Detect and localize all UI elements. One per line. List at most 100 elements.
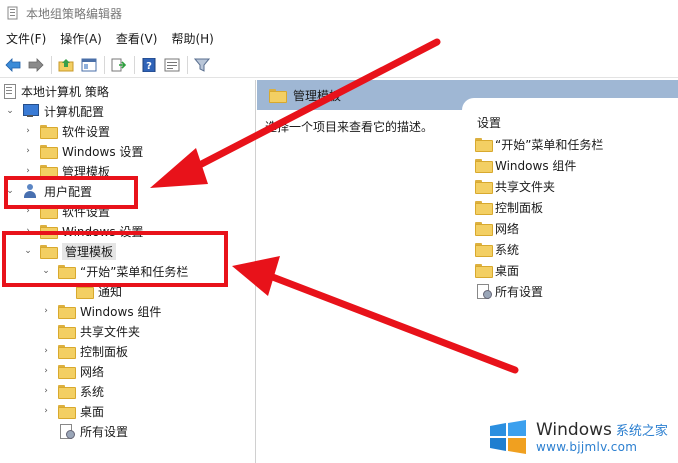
back-arrow-icon[interactable] <box>2 54 24 76</box>
tree-item-software-settings[interactable]: › 软件设置 <box>22 121 110 141</box>
tree-pane: 本地计算机 策略 ⌄ 计算机配置 › 软件设置 › Windows 设置 › 管… <box>0 80 256 463</box>
tree-item-admin-templates-computer[interactable]: › 管理模板 <box>22 161 110 181</box>
folder-icon <box>58 325 76 339</box>
folder-icon <box>58 305 76 319</box>
chevron-down-icon[interactable]: ⌄ <box>4 185 16 197</box>
folder-icon <box>40 225 58 239</box>
chevron-right-icon[interactable]: › <box>40 365 52 377</box>
list-item[interactable]: 所有设置 <box>475 281 543 301</box>
windows-logo-icon <box>488 420 528 454</box>
menu-view[interactable]: 查看(V) <box>109 28 165 50</box>
watermark-url: www.bjjmlv.com <box>536 440 638 454</box>
folder-icon <box>58 365 76 379</box>
list-item[interactable]: 共享文件夹 <box>475 176 555 196</box>
tree-item-control-panel[interactable]: › 控制面板 <box>40 341 128 361</box>
settings-icon <box>475 284 492 299</box>
tree-item-admin-templates-user[interactable]: ⌄ 管理模板 <box>22 241 117 261</box>
toolbar-separator <box>187 55 188 74</box>
toolbar-separator <box>104 55 105 74</box>
title-bar: 本地组策略编辑器 <box>0 0 678 26</box>
list-item[interactable]: 桌面 <box>475 260 519 280</box>
folder-icon <box>58 385 76 399</box>
policy-icon <box>2 84 16 99</box>
folder-icon <box>475 138 493 152</box>
list-item[interactable]: 控制面板 <box>475 197 543 217</box>
toolbar-separator <box>51 55 52 74</box>
details-pane: 管理模板 选择一个项目来查看它的描述。 设置 “开始”菜单和任务栏 Window… <box>257 80 678 463</box>
tree-item-user-software-settings[interactable]: › 软件设置 <box>22 201 110 221</box>
chevron-down-icon[interactable]: ⌄ <box>4 105 16 117</box>
watermark-brand: Windows <box>536 420 612 440</box>
tree-item-notifications[interactable]: 通知 <box>76 281 122 301</box>
tree-item-windows-settings[interactable]: › Windows 设置 <box>22 141 143 161</box>
menu-action[interactable]: 操作(A) <box>53 28 109 50</box>
toolbar: ? <box>0 52 678 78</box>
watermark: Windows 系统之家 www.bjjmlv.com <box>488 414 678 460</box>
tree-item-network[interactable]: › 网络 <box>40 361 104 381</box>
forward-arrow-icon[interactable] <box>25 54 47 76</box>
folder-icon <box>475 180 493 194</box>
properties-icon[interactable] <box>161 54 183 76</box>
watermark-site-name: 系统之家 <box>615 424 668 439</box>
list-item[interactable]: “开始”菜单和任务栏 <box>475 134 603 154</box>
help-icon[interactable]: ? <box>138 54 160 76</box>
tree-item-user-config[interactable]: ⌄ 用户配置 <box>4 181 92 201</box>
folder-icon <box>269 89 287 103</box>
tree-item-start-menu-taskbar[interactable]: ⌄ “开始”菜单和任务栏 <box>40 261 188 281</box>
folder-icon <box>475 159 493 173</box>
folder-icon <box>76 285 94 299</box>
chevron-right-icon[interactable]: › <box>22 145 34 157</box>
standard-tab-shape <box>462 98 678 112</box>
tree-item-system[interactable]: › 系统 <box>40 381 104 401</box>
description-text: 选择一个项目来查看它的描述。 <box>265 120 434 134</box>
folder-icon <box>475 201 493 215</box>
list-item[interactable]: 系统 <box>475 239 519 259</box>
tree-item-shared-folders[interactable]: 共享文件夹 <box>58 321 140 341</box>
list-item[interactable]: 网络 <box>475 218 519 238</box>
list-item[interactable]: Windows 组件 <box>475 155 576 175</box>
up-folder-icon[interactable] <box>55 54 77 76</box>
folder-icon <box>40 125 58 139</box>
window-title: 本地组策略编辑器 <box>26 6 123 21</box>
chevron-right-icon[interactable]: › <box>22 125 34 137</box>
filter-icon[interactable] <box>191 54 213 76</box>
chevron-right-icon[interactable]: › <box>40 405 52 417</box>
user-icon <box>22 184 38 198</box>
chevron-right-icon[interactable]: › <box>40 345 52 357</box>
settings-column-header[interactable]: 设置 <box>477 114 501 131</box>
chevron-right-icon[interactable]: › <box>22 165 34 177</box>
folder-icon <box>475 264 493 278</box>
menu-help[interactable]: 帮助(H) <box>164 28 220 50</box>
export-list-icon[interactable] <box>108 54 130 76</box>
tree-item-user-windows-settings[interactable]: › Windows 设置 <box>22 221 143 241</box>
folder-icon <box>58 405 76 419</box>
chevron-down-icon[interactable]: ⌄ <box>40 265 52 277</box>
details-header-title: 管理模板 <box>293 88 342 103</box>
chevron-right-icon[interactable]: › <box>40 385 52 397</box>
menu-bar: 文件(F) 操作(A) 查看(V) 帮助(H) <box>0 28 221 50</box>
folder-icon <box>475 243 493 257</box>
folder-icon <box>58 265 76 279</box>
settings-icon <box>58 424 75 439</box>
show-hide-tree-icon[interactable] <box>78 54 100 76</box>
chevron-down-icon[interactable]: ⌄ <box>22 245 34 257</box>
chevron-right-icon[interactable]: › <box>22 205 34 217</box>
tree-item-desktop[interactable]: › 桌面 <box>40 401 104 421</box>
tree-item-windows-components[interactable]: › Windows 组件 <box>40 301 161 321</box>
computer-icon <box>22 104 39 118</box>
folder-icon <box>40 245 58 259</box>
chevron-right-icon[interactable]: › <box>40 305 52 317</box>
folder-icon <box>40 145 58 159</box>
tree-item-all-settings[interactable]: 所有设置 <box>58 421 128 441</box>
folder-icon <box>40 205 58 219</box>
menu-file[interactable]: 文件(F) <box>0 28 53 50</box>
svg-text:?: ? <box>146 61 152 72</box>
policy-editor-icon <box>6 6 20 20</box>
watermark-text: Windows 系统之家 www.bjjmlv.com <box>536 420 668 454</box>
folder-icon <box>475 222 493 236</box>
tree-item-computer-config[interactable]: ⌄ 计算机配置 <box>4 101 104 121</box>
folder-icon <box>40 165 58 179</box>
chevron-right-icon[interactable]: › <box>22 225 34 237</box>
folder-icon <box>58 345 76 359</box>
tree-item-local-policy[interactable]: 本地计算机 策略 <box>2 81 109 101</box>
